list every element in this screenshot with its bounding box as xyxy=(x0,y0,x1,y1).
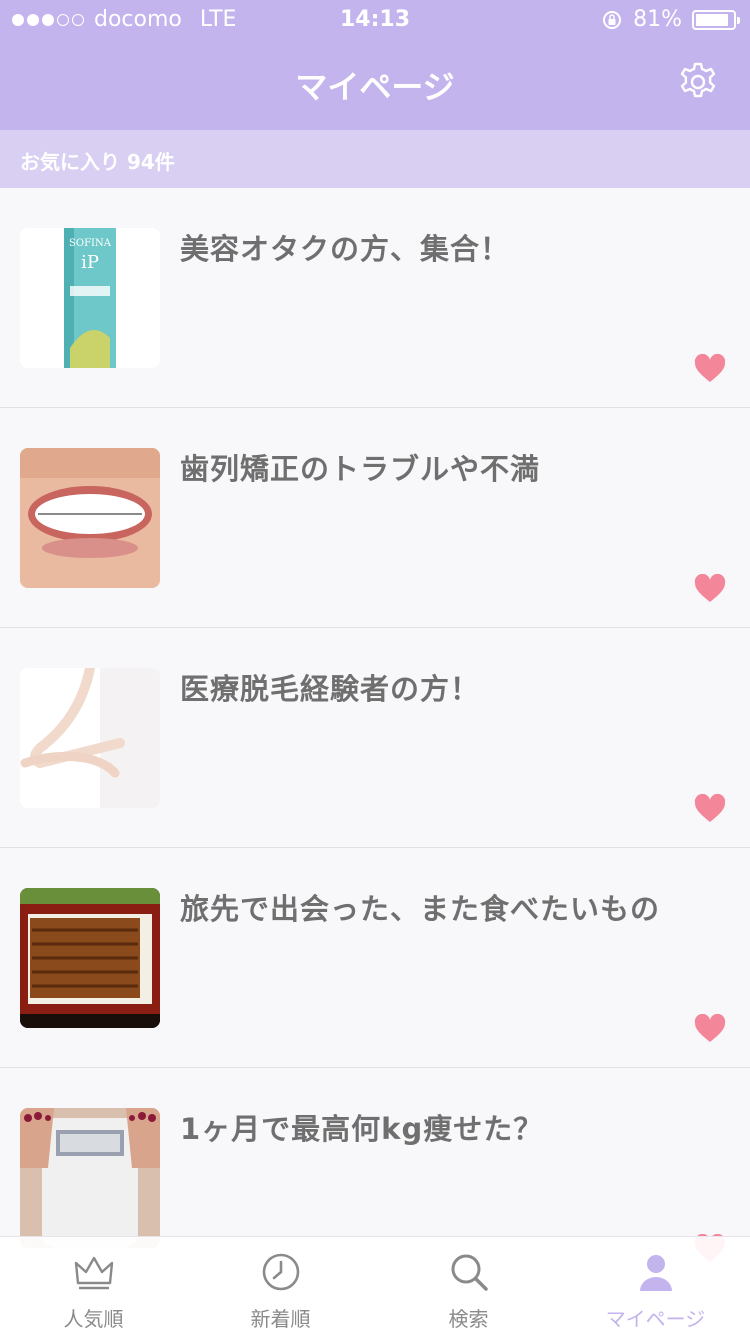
list-item[interactable]: SOFINA iP 美容オタクの方、集合！ xyxy=(0,188,750,408)
user-icon xyxy=(640,1255,672,1291)
status-bar-right: 81% xyxy=(601,7,740,32)
svg-text:SOFINA: SOFINA xyxy=(69,238,112,249)
topic-thumbnail xyxy=(20,1108,160,1248)
topic-thumbnail xyxy=(20,448,160,588)
topic-thumbnail: SOFINA iP xyxy=(20,228,160,368)
heart-icon[interactable] xyxy=(694,574,726,604)
crown-icon xyxy=(74,1256,114,1290)
topic-thumbnail xyxy=(20,888,160,1028)
topic-title: 医療脱毛経験者の方！ xyxy=(180,672,481,706)
topic-title: 旅先で出会った、また食べたいもの xyxy=(180,892,661,926)
tab-popular-label: 人気順 xyxy=(63,1307,124,1331)
favorites-list: SOFINA iP 美容オタクの方、集合！ 歯列矯正のトラブルや不満 医療脱毛経… xyxy=(0,188,750,1288)
rotation-lock-icon xyxy=(603,10,622,29)
tab-search-label: 検索 xyxy=(448,1307,489,1331)
status-bar: docomo LTE 14:13 81% xyxy=(0,0,750,40)
battery-icon xyxy=(692,9,740,30)
battery-percent: 81% xyxy=(633,7,682,32)
heart-icon[interactable] xyxy=(694,794,726,824)
favorites-count-bar: お気に入り 94件 xyxy=(0,130,750,188)
topic-title: 歯列矯正のトラブルや不満 xyxy=(180,452,541,486)
topic-thumbnail xyxy=(20,668,160,808)
list-item[interactable]: 歯列矯正のトラブルや不満 xyxy=(0,408,750,628)
page-title: マイページ xyxy=(295,68,455,106)
tab-search[interactable]: 検索 xyxy=(375,1237,562,1335)
tab-bar: 人気順 新着順 検索 マイページ xyxy=(0,1236,750,1335)
list-item[interactable]: 医療脱毛経験者の方！ xyxy=(0,628,750,848)
tab-mypage[interactable]: マイページ xyxy=(562,1237,749,1335)
tab-newest-label: 新着順 xyxy=(250,1307,311,1331)
tab-newest[interactable]: 新着順 xyxy=(187,1237,374,1335)
clock-icon xyxy=(262,1253,300,1291)
gear-icon[interactable] xyxy=(676,60,720,104)
tab-popular[interactable]: 人気順 xyxy=(0,1237,187,1335)
navigation-bar: マイページ xyxy=(0,40,750,130)
topic-title: 1ヶ月で最高何kg痩せた？ xyxy=(180,1112,544,1146)
heart-icon[interactable] xyxy=(694,354,726,384)
list-item[interactable]: 旅先で出会った、また食べたいもの xyxy=(0,848,750,1068)
topic-title: 美容オタクの方、集合！ xyxy=(180,232,511,266)
heart-icon[interactable] xyxy=(694,1014,726,1044)
favorites-count-label: お気に入り 94件 xyxy=(20,150,175,174)
tab-mypage-label: マイページ xyxy=(605,1307,706,1331)
search-icon xyxy=(451,1254,488,1291)
svg-text:iP: iP xyxy=(81,252,99,273)
